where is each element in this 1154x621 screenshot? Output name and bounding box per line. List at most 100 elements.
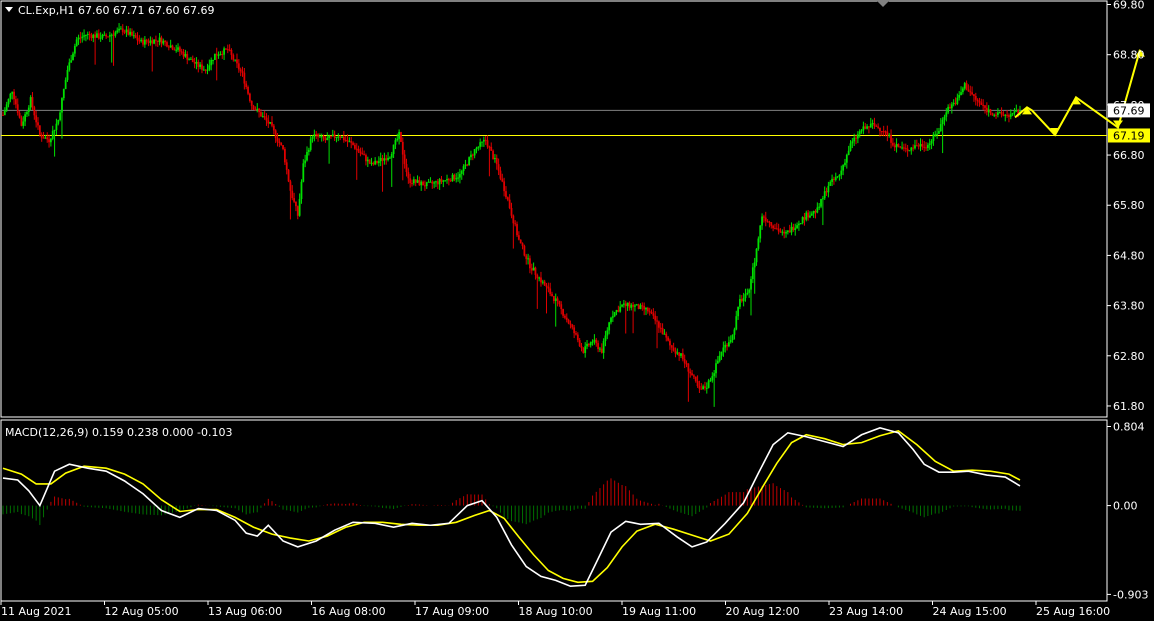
candle-body: [215, 53, 218, 56]
level-price-tag: 67.19: [1108, 128, 1150, 143]
candle-body: [197, 61, 200, 67]
candle-body: [875, 125, 878, 127]
candle-body: [129, 31, 132, 35]
candle-body: [604, 335, 607, 341]
candle-body: [608, 322, 611, 331]
candle-body: [770, 222, 773, 226]
candle-body: [901, 147, 903, 149]
candle-body: [177, 47, 179, 50]
candle-body: [569, 323, 572, 325]
candle-body: [143, 39, 146, 45]
candle-body: [836, 176, 839, 178]
candle-body: [967, 89, 970, 92]
candle-body: [801, 217, 804, 223]
candle-body: [930, 141, 933, 144]
time-tick-label: 19 Aug 11:00: [622, 605, 696, 618]
candle-body: [482, 139, 485, 142]
candle-body: [201, 64, 203, 70]
candle-body: [823, 191, 826, 199]
candle-body: [864, 126, 867, 129]
candle-body: [888, 134, 891, 136]
candle-body: [184, 54, 187, 57]
candle-body: [62, 89, 65, 99]
candle-body: [401, 141, 404, 155]
candle-body: [681, 353, 684, 360]
candle-body: [560, 304, 563, 310]
candle-body: [595, 339, 598, 344]
macd-info: MACD(12,26,9) 0.159 0.238 0.000 -0.103: [5, 426, 232, 439]
candle-body: [869, 123, 872, 128]
candle-body: [72, 53, 74, 61]
candle-body: [877, 126, 880, 128]
candle-body: [204, 69, 207, 71]
candle-body: [637, 304, 640, 309]
candle-body: [420, 181, 423, 186]
candle-body: [963, 83, 966, 89]
candle-body: [812, 210, 815, 214]
candle-body: [258, 108, 260, 113]
candle-body: [783, 231, 786, 234]
candle-body: [105, 34, 108, 37]
candle-body: [409, 178, 412, 184]
candle-body: [123, 31, 126, 33]
candle-body: [1004, 114, 1007, 116]
candle-body: [816, 207, 819, 213]
candle-body: [517, 235, 520, 240]
candle-body: [108, 35, 111, 37]
candle-body: [479, 142, 482, 147]
candle-body: [339, 136, 342, 138]
candle-body: [326, 137, 329, 141]
candle-body: [444, 180, 447, 182]
candle-body: [665, 333, 668, 338]
candle-body: [799, 222, 802, 224]
candle-body: [1002, 114, 1005, 116]
candle-body: [372, 162, 375, 165]
candle-body: [761, 216, 763, 226]
candle-body: [101, 34, 104, 38]
candle-body: [536, 274, 539, 279]
candle-body: [424, 185, 426, 187]
candle-body: [103, 34, 106, 36]
candle-body: [121, 28, 124, 32]
macd-tick-label: -0.903: [1113, 588, 1148, 601]
candle-body: [731, 334, 734, 341]
candle-body: [692, 375, 695, 377]
candle-body: [866, 126, 868, 129]
candle-body: [116, 30, 119, 33]
candle-body: [365, 155, 367, 162]
candle-body: [831, 178, 833, 182]
candle-body: [556, 298, 559, 301]
candle-body: [529, 258, 531, 269]
candle-body: [260, 112, 262, 117]
candle-body: [558, 300, 561, 305]
candle-body: [438, 179, 441, 185]
candle-body: [847, 150, 850, 155]
candle-body: [180, 51, 183, 53]
candle-body: [368, 159, 371, 164]
candle-body: [110, 34, 113, 36]
candle-body: [252, 105, 255, 110]
candle-body: [696, 381, 699, 387]
candle-body: [186, 54, 189, 60]
candle-body: [602, 340, 605, 353]
candle-body: [873, 123, 876, 126]
candle-body: [96, 33, 98, 38]
candle-body: [171, 45, 174, 50]
candle-body: [114, 32, 117, 36]
candle-body: [995, 114, 997, 116]
candle-body: [753, 262, 756, 268]
candle-body: [274, 130, 277, 139]
candle-body: [44, 137, 47, 139]
candle-body: [131, 31, 133, 36]
candle-body: [587, 343, 590, 346]
candle-body: [934, 134, 937, 136]
candle-body: [190, 58, 192, 60]
candle-body: [971, 92, 973, 95]
candle-body: [713, 373, 716, 377]
candle-body: [13, 91, 15, 100]
candle-body: [827, 185, 830, 193]
candle-body: [27, 107, 30, 113]
time-tick-label: 12 Aug 05:00: [105, 605, 179, 618]
candle-body: [213, 53, 216, 60]
candle-body: [263, 116, 266, 118]
